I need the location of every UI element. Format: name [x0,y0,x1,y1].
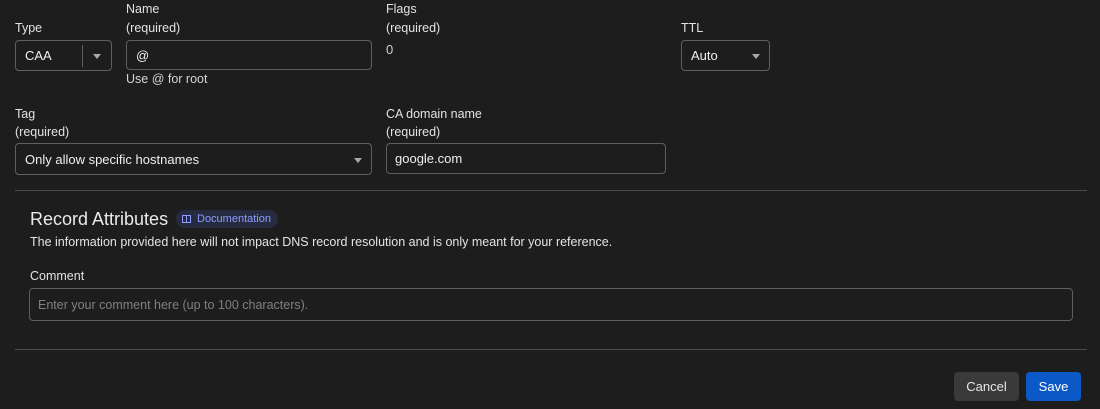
section-divider [15,190,1087,191]
name-input-value: @ [136,47,150,63]
type-select-value: CAA [25,48,52,63]
flags-value: 0 [386,42,394,57]
documentation-label: Documentation [197,213,271,225]
ttl-label: TTL [681,21,704,35]
documentation-link[interactable]: Documentation [176,210,278,228]
ca-domain-required-label: (required) [386,125,441,139]
ttl-select-value: Auto [691,48,718,63]
ca-domain-label: CA domain name [386,107,482,121]
flags-required-label: (required) [386,21,441,35]
record-attributes-description: The information provided here will not i… [30,235,613,249]
name-required-label: (required) [126,21,181,35]
chevron-down-icon [354,158,362,163]
type-select-divider [82,45,83,67]
tag-select[interactable]: Only allow specific hostnames [15,143,372,175]
ttl-select[interactable]: Auto [681,40,770,71]
type-select[interactable]: CAA [15,40,112,71]
cancel-button[interactable]: Cancel [954,372,1019,401]
name-label: Name [126,2,160,16]
type-label: Type [15,21,43,35]
name-input[interactable]: @ [126,40,372,70]
comment-label: Comment [30,269,85,283]
chevron-down-icon [752,54,760,59]
book-icon [182,215,191,223]
record-attributes-title: Record Attributes [30,209,169,229]
tag-select-value: Only allow specific hostnames [25,151,200,167]
name-help-text: Use @ for root [126,72,208,86]
tag-label: Tag [15,107,36,121]
comment-placeholder: Enter your comment here (up to 100 chara… [38,297,309,312]
footer-divider [15,349,1087,350]
comment-input[interactable]: Enter your comment here (up to 100 chara… [29,288,1073,321]
dns-record-form: Type CAA Name (required) @ Use @ for roo… [0,0,1100,409]
ca-domain-input-value: google.com [395,151,463,166]
flags-label: Flags [386,2,417,16]
chevron-down-icon [93,54,101,59]
save-button[interactable]: Save [1026,372,1081,401]
tag-required-label: (required) [15,125,70,139]
ca-domain-input[interactable]: google.com [386,143,666,174]
